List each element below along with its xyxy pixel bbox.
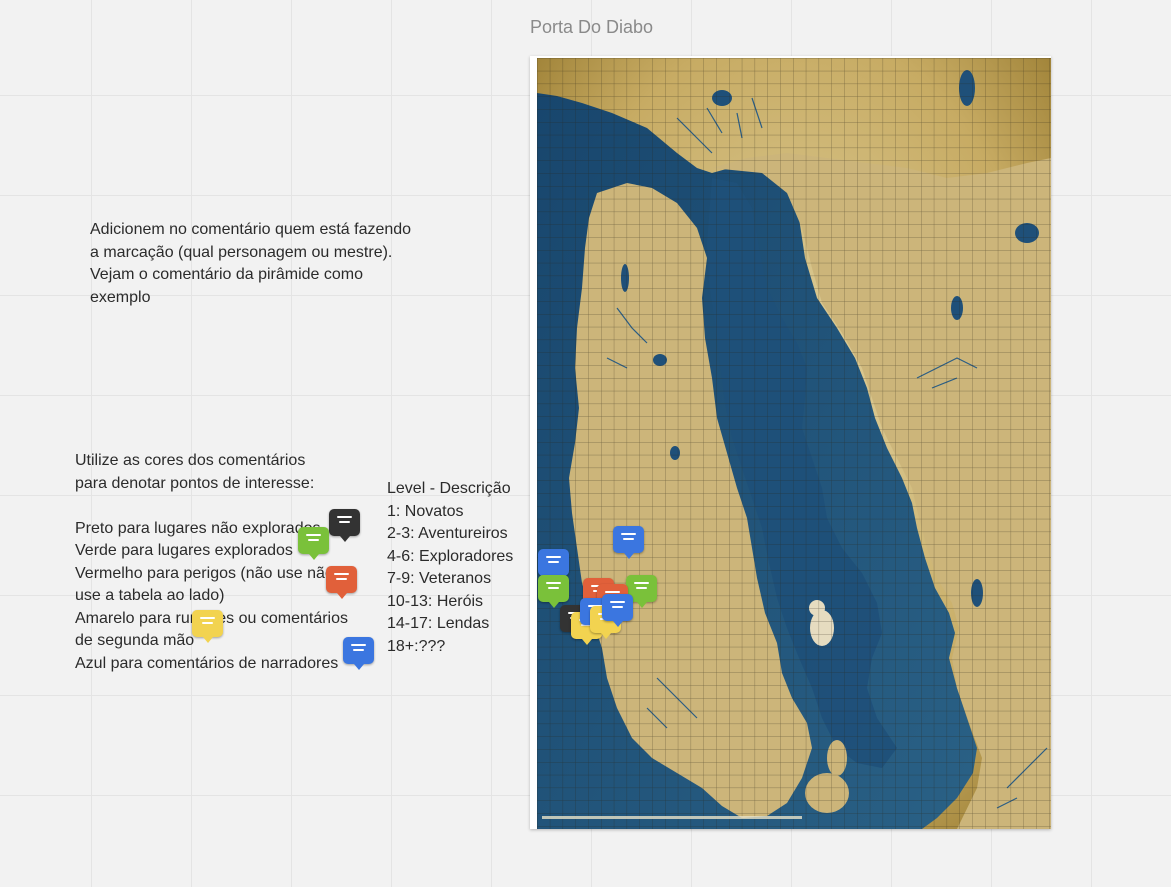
- instructions-note[interactable]: Adicionem no comentário quem está fazend…: [90, 219, 411, 309]
- comment-pin-green[interactable]: [538, 575, 569, 608]
- comment-icon: [634, 582, 649, 592]
- comment-pin-green[interactable]: [298, 527, 329, 560]
- level-table-note[interactable]: Level - Descrição 1: Novatos 2-3: Aventu…: [387, 478, 513, 658]
- map-illustration: [537, 58, 1051, 829]
- comment-icon: [337, 516, 352, 526]
- comment-pin-blue[interactable]: [538, 549, 569, 582]
- comment-pin-yellow[interactable]: [192, 610, 223, 643]
- comment-icon: [334, 573, 349, 583]
- comment-pin-blue[interactable]: [602, 594, 633, 627]
- comment-icon: [546, 556, 561, 566]
- comment-icon: [351, 644, 366, 654]
- map-frame[interactable]: [530, 56, 1051, 829]
- comment-icon: [621, 533, 636, 543]
- comment-pin-blue[interactable]: [613, 526, 644, 559]
- comment-icon: [200, 617, 215, 627]
- comment-pin-red[interactable]: [326, 566, 357, 599]
- comment-pin-blue[interactable]: [343, 637, 374, 670]
- comment-icon: [306, 534, 321, 544]
- map-image[interactable]: [537, 58, 1051, 829]
- comment-icon: [546, 582, 561, 592]
- comment-pin-black[interactable]: [329, 509, 360, 542]
- comment-icon: [610, 601, 625, 611]
- frame-title[interactable]: Porta Do Diabo: [530, 17, 653, 38]
